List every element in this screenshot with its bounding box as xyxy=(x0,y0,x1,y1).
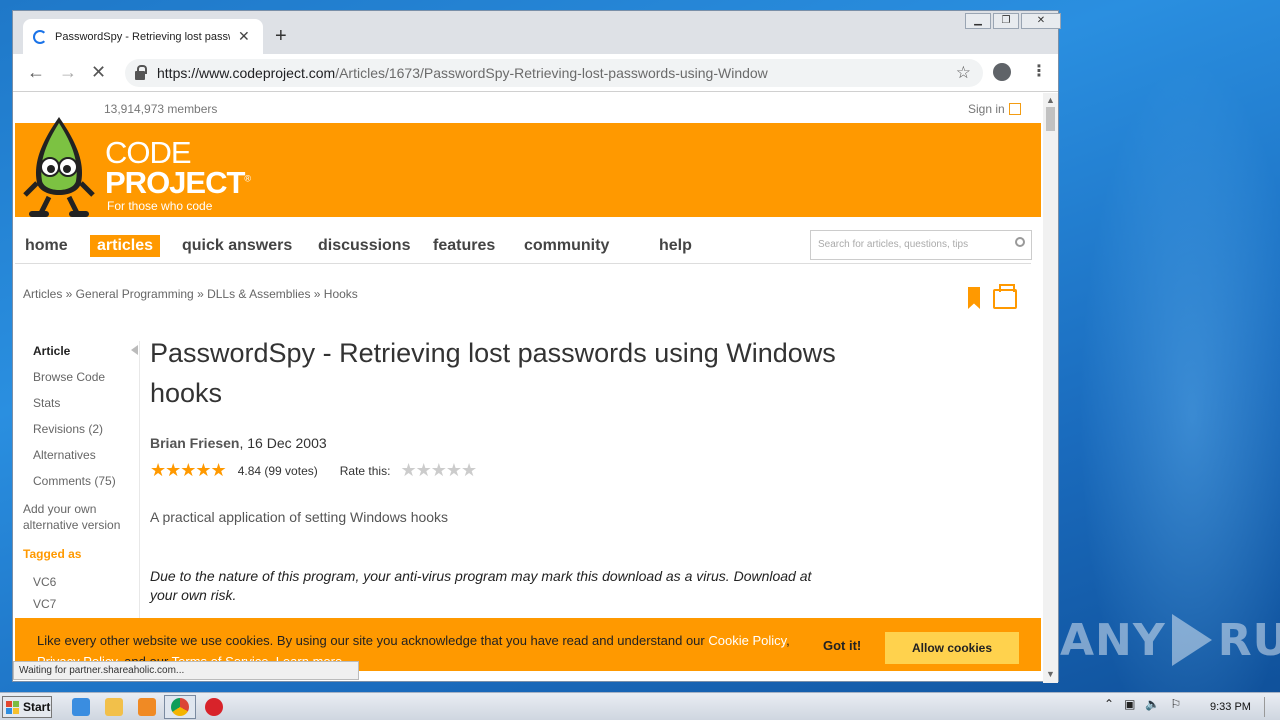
search-icon[interactable] xyxy=(1015,237,1025,247)
rating-stars-icon: ★★★★★ xyxy=(150,460,227,480)
tab-strip: PasswordSpy - Retrieving lost passw ✕ + … xyxy=(13,11,1061,54)
nav-help[interactable]: help xyxy=(652,235,699,257)
sign-in-link[interactable]: Sign in xyxy=(968,102,1021,116)
windows-flag-icon xyxy=(6,700,19,714)
scroll-up-icon[interactable]: ▲ xyxy=(1046,95,1055,105)
article-date: , 16 Dec 2003 xyxy=(239,435,327,451)
logo-tagline: For those who code xyxy=(107,199,213,213)
page-scrollbar[interactable]: ▲ ▼ xyxy=(1043,93,1058,683)
web-page: 13,914,973 members Sign in CODE PROJECT®… xyxy=(13,93,1043,671)
tab-title: PasswordSpy - Retrieving lost passw xyxy=(55,30,230,43)
spinner-icon xyxy=(33,29,47,44)
forward-arrow-icon[interactable]: → xyxy=(59,62,77,83)
tray-expand-icon[interactable]: ⌃ xyxy=(1104,697,1114,711)
volume-icon[interactable]: 🔈 xyxy=(1145,697,1160,711)
article-summary: A practical application of setting Windo… xyxy=(150,509,449,525)
window-controls: ▁ ❐ ✕ xyxy=(963,13,1061,29)
main-navigation: home articles quick answers discussions … xyxy=(15,230,1032,264)
window-close-icon[interactable]: ✕ xyxy=(1021,13,1061,29)
author-link[interactable]: Brian Friesen xyxy=(150,435,239,451)
taskbar-clock[interactable]: 9:33 PM xyxy=(1210,701,1251,713)
browser-toolbar: ← → ✕ https://www.codeproject.com/Articl… xyxy=(13,54,1058,92)
flag-icon[interactable]: ⚐ xyxy=(1170,697,1181,711)
watermark-right: RUN xyxy=(1217,614,1280,666)
sidebar-item-alternatives[interactable]: Alternatives xyxy=(23,445,141,471)
back-arrow-icon[interactable]: ← xyxy=(27,62,45,83)
collapse-arrow-icon[interactable] xyxy=(131,345,138,355)
scrollbar-thumb[interactable] xyxy=(1046,107,1055,131)
watermark-left: ANY xyxy=(1060,614,1166,666)
minimize-icon[interactable]: ▁ xyxy=(965,13,991,29)
article-title: PasswordSpy - Retrieving lost passwords … xyxy=(150,338,836,408)
site-banner: CODE PROJECT® For those who code xyxy=(15,117,1041,217)
lock-icon xyxy=(135,64,147,80)
start-button[interactable]: Start xyxy=(2,696,52,718)
nav-home[interactable]: home xyxy=(18,235,75,257)
tag-item[interactable]: VC7 xyxy=(23,597,141,619)
allow-cookies-button[interactable]: Allow cookies xyxy=(885,632,1019,664)
search-input[interactable]: Search for articles, questions, tips xyxy=(810,230,1032,260)
ie-icon[interactable] xyxy=(72,698,90,716)
play-icon xyxy=(1171,614,1212,666)
network-icon[interactable]: ▣ xyxy=(1124,697,1135,711)
rating-text: 4.84 (99 votes) xyxy=(237,463,318,478)
star-icon[interactable]: ☆ xyxy=(956,63,971,83)
cookie-policy-link[interactable]: Cookie Policy xyxy=(708,633,786,648)
sign-in-icon xyxy=(1008,103,1021,115)
sidebar-item-revisions[interactable]: Revisions (2) xyxy=(23,419,141,445)
status-bar: Waiting for partner.shareaholic.com... xyxy=(13,661,359,680)
desktop-background xyxy=(1060,0,1280,692)
sidebar-item-article[interactable]: Article xyxy=(23,341,141,367)
anyrun-watermark: ANY RUN xyxy=(1060,608,1280,672)
nav-features[interactable]: features xyxy=(426,235,502,257)
close-icon[interactable]: ✕ xyxy=(238,28,250,45)
sidebar-item-stats[interactable]: Stats xyxy=(23,393,141,419)
explorer-icon[interactable] xyxy=(105,698,123,716)
nav-community[interactable]: community xyxy=(517,235,616,257)
print-icon[interactable] xyxy=(993,284,1017,309)
taskbar: Start ⌃ ▣ 🔈 ⚐ 9:33 PM xyxy=(0,692,1280,720)
scroll-down-icon[interactable]: ▼ xyxy=(1046,669,1055,679)
opera-icon[interactable] xyxy=(205,698,223,716)
add-alternative-link[interactable]: Add your own alternative version xyxy=(23,501,133,533)
bookmark-icon[interactable] xyxy=(968,287,980,309)
member-count: 13,914,973 members xyxy=(104,102,218,116)
profile-icon[interactable] xyxy=(993,63,1011,81)
rate-stars-icon[interactable]: ★★★★★ xyxy=(400,460,477,481)
nav-quick-answers[interactable]: quick answers xyxy=(175,235,299,257)
stop-icon[interactable]: ✕ xyxy=(91,62,106,83)
article-byline: Brian Friesen, 16 Dec 2003 xyxy=(150,435,327,451)
url-text: https://www.codeproject.com/Articles/167… xyxy=(157,65,768,81)
bob-mascot-logo[interactable] xyxy=(19,113,99,221)
breadcrumb[interactable]: Articles » General Programming » DLLs & … xyxy=(23,287,358,301)
show-desktop-button[interactable] xyxy=(1264,697,1278,717)
article-rating: ★★★★★ 4.84 (99 votes) Rate this: ★★★★★ xyxy=(150,460,488,481)
article-sidebar: Article Browse Code Stats Revisions (2) … xyxy=(23,341,141,619)
system-tray: ⌃ ▣ 🔈 ⚐ xyxy=(1104,697,1191,711)
media-player-icon[interactable] xyxy=(138,698,156,716)
plus-icon[interactable]: + xyxy=(275,25,287,48)
sidebar-item-browse-code[interactable]: Browse Code xyxy=(23,367,141,393)
rate-this-label: Rate this: xyxy=(339,463,391,478)
chrome-icon[interactable] xyxy=(171,698,189,716)
logo-project-text: PROJECT® xyxy=(105,165,251,200)
restore-icon[interactable]: ❐ xyxy=(993,13,1019,29)
tagged-as-heading: Tagged as xyxy=(23,547,82,561)
sidebar-item-comments[interactable]: Comments (75) xyxy=(23,471,141,497)
tag-item[interactable]: VC6 xyxy=(23,575,141,597)
antivirus-warning: Due to the nature of this program, your … xyxy=(150,568,812,603)
browser-window: PasswordSpy - Retrieving lost passw ✕ + … xyxy=(12,10,1061,683)
address-bar[interactable]: https://www.codeproject.com/Articles/167… xyxy=(125,59,983,87)
browser-tab[interactable]: PasswordSpy - Retrieving lost passw ✕ xyxy=(23,19,263,54)
got-it-button[interactable]: Got it! xyxy=(823,638,861,653)
nav-articles[interactable]: articles xyxy=(90,235,161,257)
start-label: Start xyxy=(23,700,51,714)
nav-discussions[interactable]: discussions xyxy=(311,235,417,257)
search-placeholder: Search for articles, questions, tips xyxy=(818,239,969,250)
kebab-menu-icon[interactable]: ⋮ xyxy=(1031,61,1047,81)
